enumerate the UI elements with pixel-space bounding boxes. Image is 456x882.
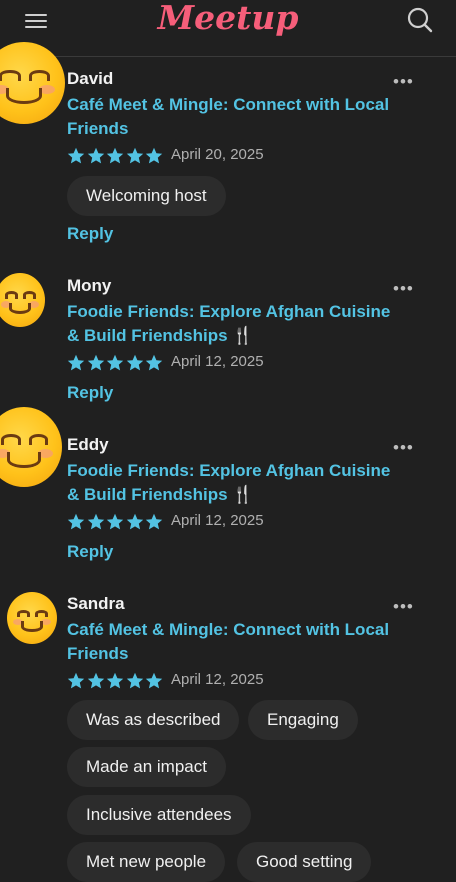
star-icon — [87, 147, 104, 164]
more-options-icon[interactable]: ••• — [393, 279, 414, 299]
more-options-icon[interactable]: ••• — [393, 72, 414, 92]
reviewer-name[interactable]: David — [67, 69, 113, 89]
review-tag: Welcoming host — [67, 176, 226, 216]
star-icon — [106, 513, 124, 530]
star-icon — [67, 672, 85, 689]
review-tag: Inclusive attendees — [67, 795, 251, 835]
more-options-icon[interactable]: ••• — [393, 597, 414, 617]
star-icon — [87, 513, 104, 530]
star-icon — [145, 354, 163, 371]
review-tag: Met new people — [67, 842, 226, 882]
review-tag: Was as described — [67, 700, 240, 740]
review-tag: Good setting — [237, 842, 372, 882]
star-icon — [145, 513, 163, 530]
avatar[interactable] — [0, 407, 62, 487]
reply-button[interactable]: Reply — [67, 542, 113, 562]
star-icon — [145, 147, 163, 164]
more-options-icon[interactable]: ••• — [393, 438, 414, 458]
reviewer-name[interactable]: Sandra — [67, 594, 125, 614]
review-date: April 12, 2025 — [171, 353, 264, 370]
reply-button[interactable]: Reply — [67, 383, 113, 403]
event-link[interactable]: Café Meet & Mingle: Connect with Local F… — [67, 618, 397, 666]
review-date: April 12, 2025 — [171, 671, 264, 688]
star-icon — [126, 147, 143, 164]
star-icon — [106, 354, 124, 371]
star-icon — [106, 672, 124, 689]
avatar[interactable] — [7, 592, 57, 644]
star-icon — [106, 147, 124, 164]
event-link[interactable]: Foodie Friends: Explore Afghan Cuisine &… — [67, 459, 397, 507]
event-link[interactable]: Foodie Friends: Explore Afghan Cuisine &… — [67, 300, 397, 348]
star-icon — [126, 513, 143, 530]
meetup-logo[interactable]: Meetup — [0, 0, 456, 37]
star-icon — [126, 354, 143, 371]
review-date: April 20, 2025 — [171, 146, 264, 163]
rating-stars — [67, 147, 165, 165]
star-icon — [87, 672, 104, 689]
avatar[interactable] — [0, 273, 45, 327]
reviewer-name[interactable]: Mony — [67, 276, 111, 296]
review-tag: Made an impact — [67, 747, 226, 787]
star-icon — [145, 672, 163, 689]
rating-stars — [67, 672, 165, 690]
star-icon — [67, 147, 85, 164]
review-date: April 12, 2025 — [171, 512, 264, 529]
rating-stars — [67, 354, 165, 372]
event-link[interactable]: Café Meet & Mingle: Connect with Local F… — [67, 93, 397, 141]
reviewer-name[interactable]: Eddy — [67, 435, 109, 455]
search-icon[interactable] — [406, 6, 434, 34]
star-icon — [126, 672, 143, 689]
review-tag: Engaging — [248, 700, 358, 740]
rating-stars — [67, 513, 165, 531]
star-icon — [87, 354, 104, 371]
star-icon — [67, 513, 85, 530]
star-icon — [67, 354, 85, 371]
reply-button[interactable]: Reply — [67, 224, 113, 244]
top-app-bar: Meetup — [0, 0, 456, 57]
